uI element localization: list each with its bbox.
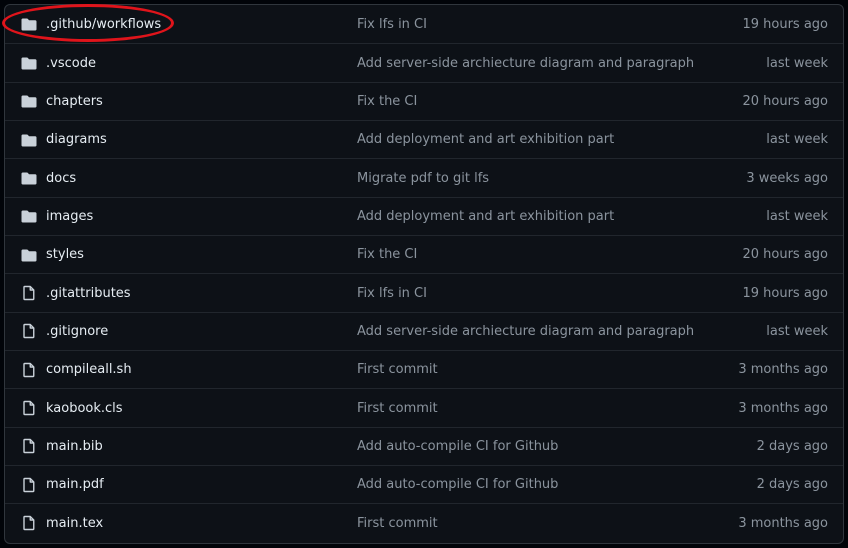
folder-icon xyxy=(21,208,37,224)
file-icon xyxy=(21,515,37,531)
commit-message-link[interactable]: Add deployment and art exhibition part xyxy=(357,132,614,147)
table-row[interactable]: images Add deployment and art exhibition … xyxy=(5,196,843,235)
table-row[interactable]: main.bib Add auto-compile CI for Github 2 … xyxy=(5,426,843,465)
folder-icon xyxy=(21,16,37,32)
commit-time: last week xyxy=(766,208,828,224)
table-row[interactable]: .gitignore Add server-side archiecture di… xyxy=(5,311,843,350)
folder-icon xyxy=(21,170,37,186)
commit-message-link[interactable]: Add deployment and art exhibition part xyxy=(357,209,614,224)
table-row[interactable]: styles Fix the CI 20 hours ago xyxy=(5,235,843,273)
file-icon xyxy=(21,323,37,339)
folder-icon xyxy=(21,247,37,263)
file-icon xyxy=(21,362,37,378)
table-row[interactable]: main.tex First commit 3 months ago xyxy=(5,503,843,541)
commit-message-link[interactable]: Add auto-compile CI for Github xyxy=(357,477,558,492)
table-row[interactable]: kaobook.cls First commit 3 months ago xyxy=(5,388,843,426)
commit-time: last week xyxy=(766,55,828,71)
table-row[interactable]: compileall.sh First commit 3 months ago xyxy=(5,350,843,388)
commit-time: last week xyxy=(766,323,828,339)
commit-message-link[interactable]: Add server-side archiecture diagram and … xyxy=(357,56,694,71)
file-icon xyxy=(21,400,37,416)
commit-message-link[interactable]: Add auto-compile CI for Github xyxy=(357,439,558,454)
file-icon xyxy=(21,438,37,454)
commit-time: last week xyxy=(766,132,828,148)
file-name-link[interactable]: kaobook.cls xyxy=(46,401,123,416)
file-name-link[interactable]: .gitattributes xyxy=(46,286,131,301)
table-row[interactable]: .github/workflows Fix lfs in CI 19 hours a… xyxy=(5,5,843,43)
file-name-link[interactable]: main.bib xyxy=(46,439,103,454)
table-row[interactable]: diagrams Add deployment and art exhibitio… xyxy=(5,120,843,158)
file-name-link[interactable]: styles xyxy=(46,247,84,262)
commit-message-link[interactable]: First commit xyxy=(357,401,438,416)
commit-time: 20 hours ago xyxy=(742,247,828,263)
commit-time: 2 days ago xyxy=(756,438,828,454)
commit-time: 3 months ago xyxy=(738,515,828,531)
file-icon xyxy=(21,285,37,301)
file-name-link[interactable]: .gitignore xyxy=(46,324,108,339)
file-name-link[interactable]: images xyxy=(46,209,93,224)
file-table: .github/workflows Fix lfs in CI 19 hours a… xyxy=(4,4,844,544)
folder-icon xyxy=(21,93,37,109)
commit-time: 3 months ago xyxy=(738,362,828,378)
file-name-link[interactable]: .github/workflows xyxy=(46,17,161,32)
commit-message-link[interactable]: Fix the CI xyxy=(357,247,417,262)
file-name-link[interactable]: chapters xyxy=(46,94,103,109)
commit-time: 19 hours ago xyxy=(742,285,828,301)
commit-time: 20 hours ago xyxy=(742,93,828,109)
table-row[interactable]: .gitattributes Fix lfs in CI 19 hours ago xyxy=(5,273,843,311)
commit-message-link[interactable]: Fix lfs in CI xyxy=(357,286,427,301)
commit-message-link[interactable]: Add server-side archiecture diagram and … xyxy=(357,324,694,339)
file-name-link[interactable]: compileall.sh xyxy=(46,362,132,377)
file-name-link[interactable]: main.pdf xyxy=(46,477,104,492)
file-name-link[interactable]: docs xyxy=(46,171,76,186)
commit-message-link[interactable]: First commit xyxy=(357,516,438,531)
commit-time: 19 hours ago xyxy=(742,16,828,32)
commit-message-link[interactable]: First commit xyxy=(357,362,438,377)
commit-message-link[interactable]: Fix the CI xyxy=(357,94,417,109)
folder-icon xyxy=(21,55,37,71)
file-name-link[interactable]: diagrams xyxy=(46,132,107,147)
commit-time: 2 days ago xyxy=(756,477,828,493)
table-row[interactable]: docs Migrate pdf to git lfs 3 weeks ago xyxy=(5,158,843,196)
file-name-link[interactable]: .vscode xyxy=(46,56,96,71)
file-name-link[interactable]: main.tex xyxy=(46,516,103,531)
table-row[interactable]: main.pdf Add auto-compile CI for Github 2 … xyxy=(5,465,843,503)
table-row[interactable]: .vscode Add server-side archiecture diagr… xyxy=(5,43,843,81)
commit-message-link[interactable]: Migrate pdf to git lfs xyxy=(357,171,489,186)
folder-icon xyxy=(21,132,37,148)
commit-time: 3 weeks ago xyxy=(746,170,828,186)
file-icon xyxy=(21,477,37,493)
commit-message-link[interactable]: Fix lfs in CI xyxy=(357,17,427,32)
commit-time: 3 months ago xyxy=(738,400,828,416)
table-row[interactable]: chapters Fix the CI 20 hours ago xyxy=(5,81,843,120)
